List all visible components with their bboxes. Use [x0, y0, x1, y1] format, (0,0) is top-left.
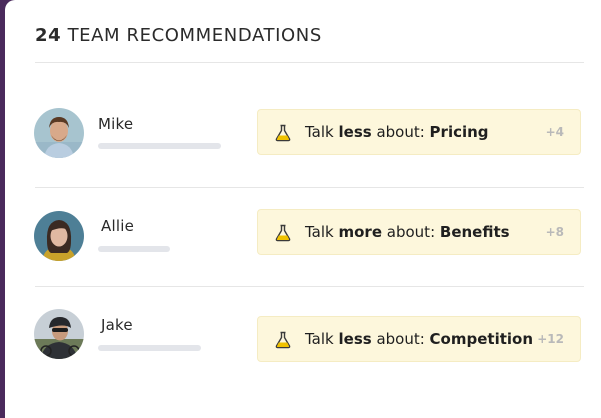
recommendation-badge[interactable]: Talk less about: Competition +12: [257, 316, 581, 362]
flask-icon: [274, 224, 292, 242]
team-recommendations-card: 24 TEAM RECOMMENDATIONS Mike Talk less a…: [5, 0, 601, 418]
progress-bar: [98, 345, 201, 351]
member-name: Jake: [101, 316, 133, 334]
section-title: 24 TEAM RECOMMENDATIONS: [35, 25, 322, 46]
member-name: Mike: [98, 115, 134, 133]
recommendation-count: 24: [35, 25, 62, 46]
avatar[interactable]: [34, 108, 84, 158]
recommendation-row: Mike Talk less about: Pricing +4: [5, 85, 601, 183]
recommendation-badge[interactable]: Talk more about: Benefits +8: [257, 209, 581, 255]
flask-icon: [274, 124, 292, 142]
member-name: Allie: [101, 217, 134, 235]
recommendation-text: Talk less about: Competition: [305, 330, 534, 348]
recommendation-row: Jake Talk less about: Competition +12: [5, 286, 601, 384]
avatar[interactable]: [34, 211, 84, 261]
delta-count: +4: [545, 125, 564, 139]
recommendation-row: Allie Talk more about: Benefits +8: [5, 187, 601, 285]
delta-count: +8: [545, 225, 564, 239]
recommendation-badge[interactable]: Talk less about: Pricing +4: [257, 109, 581, 155]
avatar[interactable]: [34, 309, 84, 359]
progress-bar: [98, 246, 170, 252]
recommendation-text: Talk less about: Pricing: [305, 123, 489, 141]
section-title-text: TEAM RECOMMENDATIONS: [67, 25, 322, 46]
header-divider: [35, 62, 584, 63]
delta-count: +12: [537, 332, 564, 346]
progress-bar: [98, 143, 221, 149]
recommendation-text: Talk more about: Benefits: [305, 223, 510, 241]
flask-icon: [274, 331, 292, 349]
